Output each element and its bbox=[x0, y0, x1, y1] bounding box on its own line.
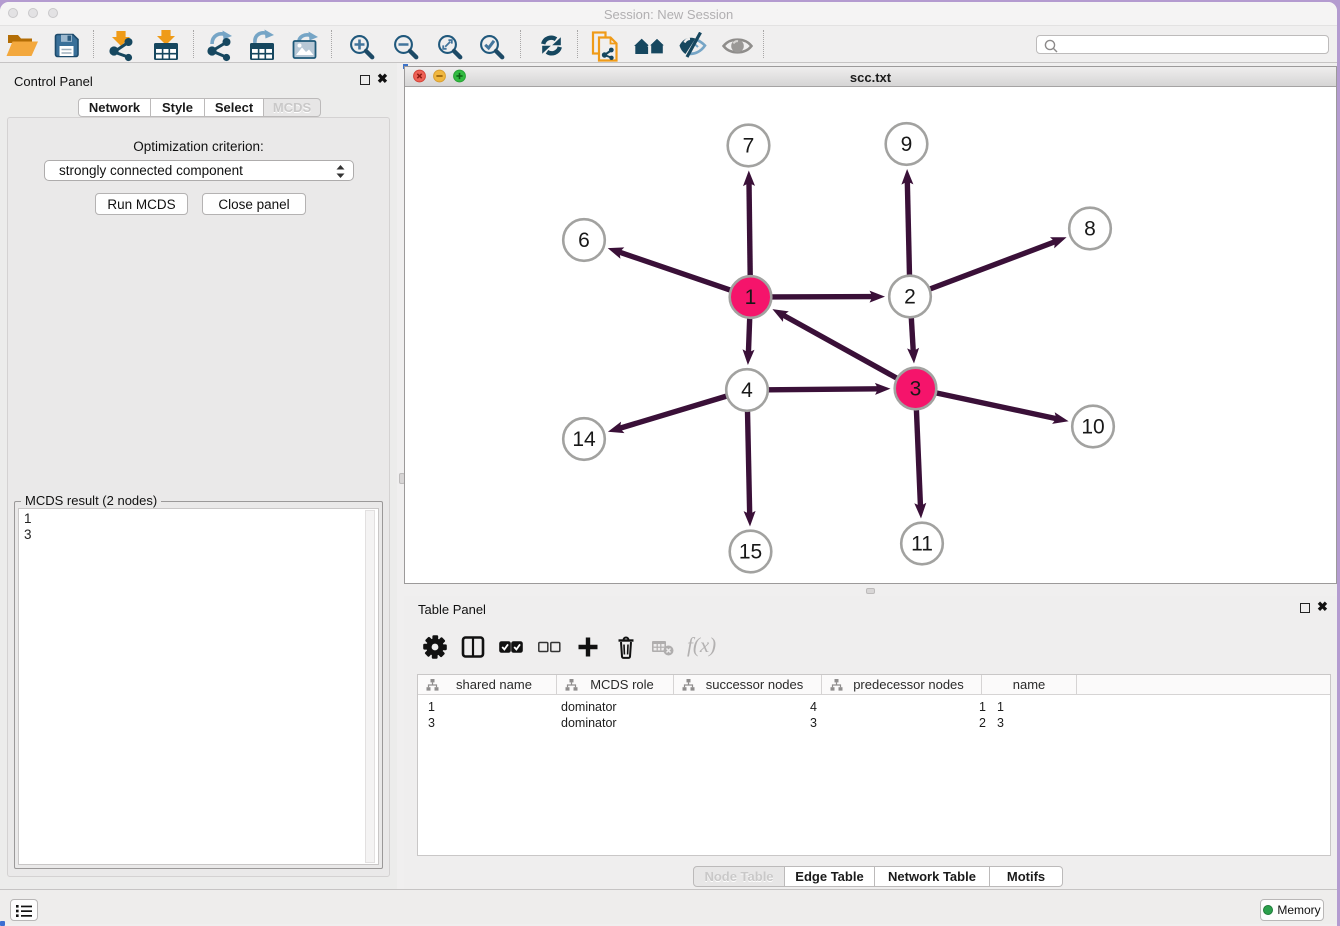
svg-text:6: 6 bbox=[578, 229, 590, 252]
svg-text:8: 8 bbox=[1084, 218, 1096, 241]
svg-text:9: 9 bbox=[901, 133, 913, 156]
svg-text:4: 4 bbox=[741, 379, 753, 402]
svg-text:11: 11 bbox=[911, 533, 933, 556]
svg-text:3: 3 bbox=[910, 378, 922, 401]
svg-text:2: 2 bbox=[904, 286, 916, 309]
svg-text:14: 14 bbox=[572, 428, 596, 451]
svg-text:7: 7 bbox=[743, 135, 755, 158]
svg-text:10: 10 bbox=[1081, 416, 1104, 439]
svg-text:1: 1 bbox=[745, 286, 757, 309]
svg-text:15: 15 bbox=[739, 541, 762, 564]
